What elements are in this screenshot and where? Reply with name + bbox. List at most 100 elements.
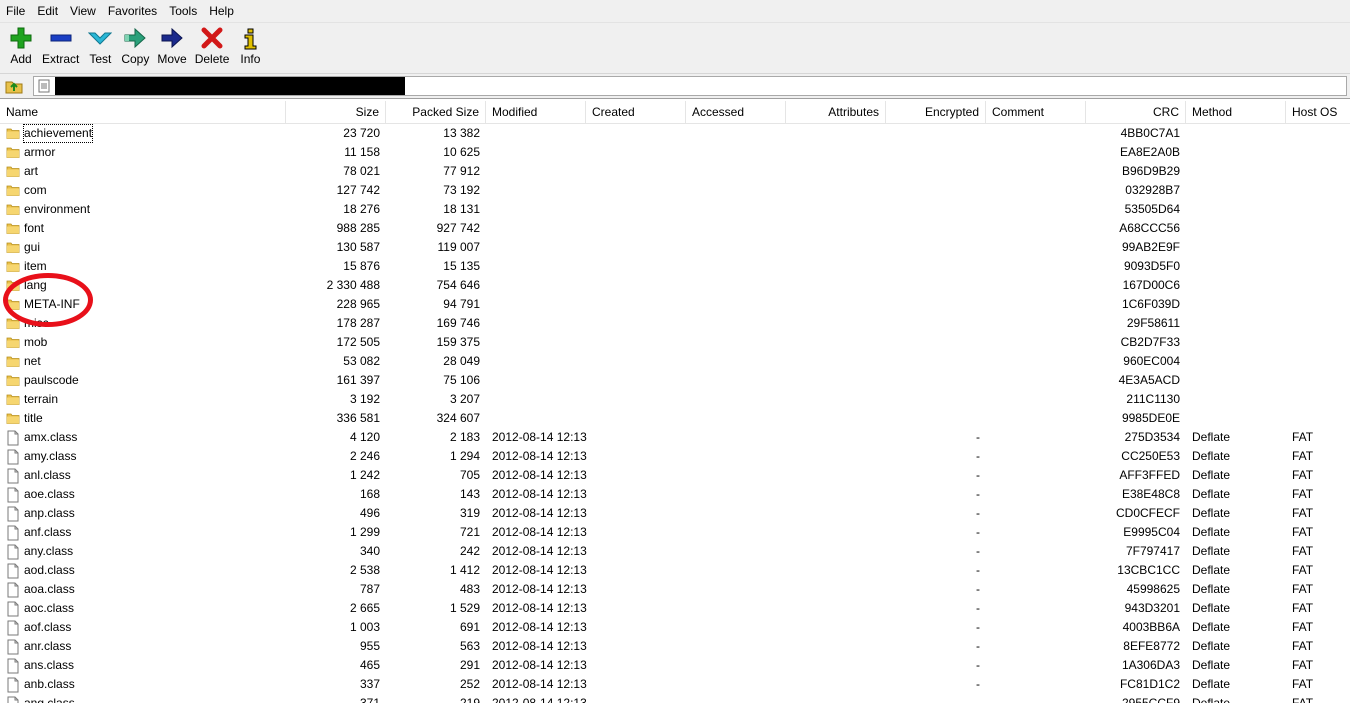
modified-cell: 2012-08-14 12:13	[492, 525, 587, 539]
folder-row[interactable]: achievement 23 720 13 382 4BB0C7A1	[0, 124, 1350, 143]
column-header-accessed[interactable]: Accessed	[686, 101, 786, 123]
encrypted-cell: -	[976, 658, 980, 672]
test-button[interactable]: Test	[83, 23, 117, 69]
file-row[interactable]: amy.class 2 246 1 294 2012-08-14 12:13 - CC25…	[0, 447, 1350, 466]
menu-help[interactable]: Help	[203, 0, 240, 22]
folder-up-button[interactable]	[3, 76, 25, 96]
file-row[interactable]: aoe.class 168 143 2012-08-14 12:13 - E38E48C8…	[0, 485, 1350, 504]
modified-cell	[492, 352, 592, 371]
column-header-host-os[interactable]: Host OS	[1286, 101, 1350, 123]
column-header-name[interactable]: Name	[0, 101, 286, 123]
column-header-method[interactable]: Method	[1186, 101, 1286, 123]
packed-size-cell: 18 131	[443, 202, 480, 216]
folder-row[interactable]: com 127 742 73 192 032928B7	[0, 181, 1350, 200]
packed-size-cell: 119 007	[437, 240, 481, 254]
file-row[interactable]: ans.class 465 291 2012-08-14 12:13 - 1A306DA3…	[0, 656, 1350, 675]
column-header-crc[interactable]: CRC	[1086, 101, 1186, 123]
folder-icon	[6, 316, 20, 333]
packed-size-cell: 94 791	[443, 297, 480, 311]
size-cell: 988 285	[336, 221, 380, 235]
menu-view[interactable]: View	[64, 0, 102, 22]
folder-row[interactable]: mob 172 505 159 375 CB2D7F33	[0, 333, 1350, 352]
column-header-attributes[interactable]: Attributes	[786, 101, 886, 123]
file-row[interactable]: anr.class 955 563 2012-08-14 12:13 - 8EFE8772…	[0, 637, 1350, 656]
folder-row[interactable]: armor 11 158 10 625 EA8E2A0B	[0, 143, 1350, 162]
column-header-size[interactable]: Size	[286, 101, 386, 123]
modified-cell: 2012-08-14 12:13	[492, 639, 587, 653]
method-cell	[1192, 219, 1286, 238]
method-cell: Deflate	[1192, 506, 1231, 520]
host-os-cell: FAT	[1292, 487, 1314, 501]
packed-size-cell: 169 746	[436, 316, 480, 330]
folder-row[interactable]: font 988 285 927 742 A68CCC56	[0, 219, 1350, 238]
menu-file[interactable]: File	[0, 0, 31, 22]
folder-row[interactable]: terrain 3 192 3 207 211C1130	[0, 390, 1350, 409]
file-icon	[6, 601, 20, 618]
copy-button[interactable]: Copy	[117, 23, 153, 69]
name-cell: amx.class	[4, 428, 284, 447]
file-row[interactable]: aoa.class 787 483 2012-08-14 12:13 - 45998625…	[0, 580, 1350, 599]
modified-cell	[492, 219, 592, 238]
file-row[interactable]: aod.class 2 538 1 412 2012-08-14 12:13 - 13CB…	[0, 561, 1350, 580]
file-row[interactable]: aoc.class 2 665 1 529 2012-08-14 12:13 - 943D…	[0, 599, 1350, 618]
file-row[interactable]: anp.class 496 319 2012-08-14 12:13 - CD0CFECF…	[0, 504, 1350, 523]
extract-button[interactable]: Extract	[38, 23, 83, 69]
folder-icon	[6, 202, 20, 219]
file-row[interactable]: any.class 340 242 2012-08-14 12:13 - 7F797417…	[0, 542, 1350, 561]
delete-button[interactable]: Delete	[191, 23, 234, 69]
info-button[interactable]: Info	[233, 23, 267, 69]
menu-bar: File Edit View Favorites Tools Help	[0, 0, 1350, 23]
file-row[interactable]: anl.class 1 242 705 2012-08-14 12:13 - AFF3FF…	[0, 466, 1350, 485]
method-cell	[1192, 257, 1286, 276]
name-cell: amy.class	[4, 447, 284, 466]
modified-cell: 2012-08-14 12:13	[492, 658, 587, 672]
encrypted-cell	[886, 238, 980, 257]
menu-edit[interactable]: Edit	[31, 0, 64, 22]
file-row[interactable]: anb.class 337 252 2012-08-14 12:13 - FC81D1C2…	[0, 675, 1350, 694]
column-header-packed-size[interactable]: Packed Size	[386, 101, 486, 123]
folder-row[interactable]: lang 2 330 488 754 646 167D00C6	[0, 276, 1350, 295]
column-header-modified[interactable]: Modified	[486, 101, 586, 123]
crc-cell: 943D3201	[1124, 601, 1180, 615]
folder-row[interactable]: paulscode 161 397 75 106 4E3A5ACD	[0, 371, 1350, 390]
file-row[interactable]: aof.class 1 003 691 2012-08-14 12:13 - 4003BB…	[0, 618, 1350, 637]
folder-row[interactable]: art 78 021 77 912 B96D9B29	[0, 162, 1350, 181]
folder-row[interactable]: net 53 082 28 049 960EC004	[0, 352, 1350, 371]
folder-row[interactable]: title 336 581 324 607 9985DE0E	[0, 409, 1350, 428]
column-header-encrypted[interactable]: Encrypted	[886, 101, 986, 123]
size-cell: 4 120	[349, 430, 380, 444]
modified-cell	[492, 276, 592, 295]
size-cell: 3 192	[349, 392, 380, 406]
address-field[interactable]	[33, 76, 1347, 96]
host-os-cell: FAT	[1292, 677, 1314, 691]
folder-row[interactable]: environment 18 276 18 131 53505D64	[0, 200, 1350, 219]
name-cell: aoe.class	[4, 485, 284, 504]
file-row[interactable]: ang.class 371 219 2012-08-14 12:13 - 2955CCF9…	[0, 694, 1350, 703]
menu-favorites[interactable]: Favorites	[102, 0, 163, 22]
item-name: aoa.class	[24, 582, 75, 596]
encrypted-cell	[886, 295, 980, 314]
item-name: environment	[24, 202, 91, 216]
archive-file-icon	[38, 79, 50, 93]
file-row[interactable]: amx.class 4 120 2 183 2012-08-14 12:13 - 275D…	[0, 428, 1350, 447]
menu-tools[interactable]: Tools	[163, 0, 203, 22]
folder-row[interactable]: META-INF 228 965 94 791 1C6F039D	[0, 295, 1350, 314]
method-cell: Deflate	[1192, 620, 1231, 634]
add-button[interactable]: Add	[4, 23, 38, 69]
column-header-created[interactable]: Created	[586, 101, 686, 123]
host-os-cell	[1292, 257, 1350, 276]
folder-row[interactable]: misc 178 287 169 746 29F58611	[0, 314, 1350, 333]
size-cell: 1 299	[349, 525, 380, 539]
folder-row[interactable]: item 15 876 15 135 9093D5F0	[0, 257, 1350, 276]
toolbar-label: Extract	[42, 52, 80, 66]
packed-size-cell: 219	[459, 696, 480, 703]
packed-size-cell: 15 135	[443, 259, 480, 273]
file-row[interactable]: anf.class 1 299 721 2012-08-14 12:13 - E9995C…	[0, 523, 1350, 542]
modified-cell: 2012-08-14 12:13	[492, 620, 587, 634]
folder-row[interactable]: gui 130 587 119 007 99AB2E9F	[0, 238, 1350, 257]
folder-icon	[6, 373, 20, 390]
packed-size-cell: 927 742	[436, 221, 480, 235]
column-header-comment[interactable]: Comment	[986, 101, 1086, 123]
move-button[interactable]: Move	[153, 23, 190, 69]
packed-size-cell: 159 375	[436, 335, 480, 349]
